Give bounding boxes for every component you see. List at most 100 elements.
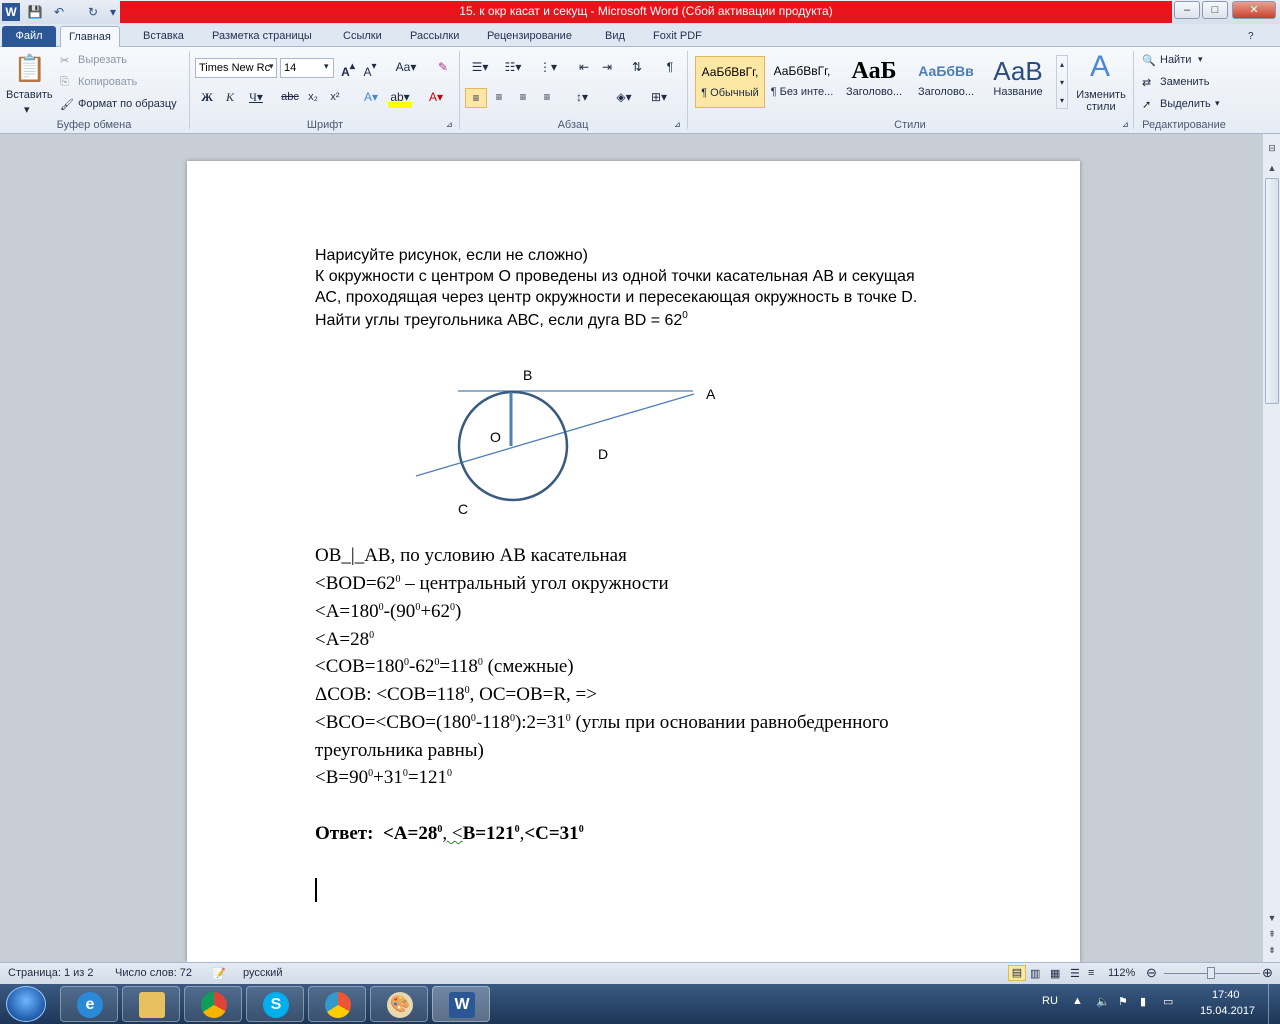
- bullets-icon[interactable]: ☰▾: [467, 58, 493, 78]
- style-heading-1[interactable]: АаБ Заголово...: [839, 56, 909, 108]
- shrink-font-icon[interactable]: A▾: [361, 58, 379, 79]
- grow-font-icon[interactable]: A▴: [339, 58, 357, 79]
- page-count[interactable]: Страница: 1 из 2: [8, 967, 94, 979]
- style-no-spacing[interactable]: АаБбВвГг, ¶ Без инте...: [767, 56, 837, 108]
- paste-icon[interactable]: 📋: [10, 51, 50, 85]
- proofing-icon[interactable]: 📝: [212, 967, 226, 980]
- print-layout-icon[interactable]: ▤: [1008, 965, 1026, 981]
- network-icon[interactable]: ▮: [1140, 995, 1146, 1008]
- undo-icon[interactable]: ↶: [50, 3, 68, 21]
- styles-dialog-launcher-icon[interactable]: ⊿: [1122, 120, 1129, 129]
- cut-icon[interactable]: ✂: [60, 54, 69, 67]
- language-tray[interactable]: RU: [1042, 995, 1058, 1007]
- tab-file[interactable]: Файл: [2, 26, 56, 47]
- shading-icon[interactable]: ◈▾: [610, 88, 638, 108]
- format-painter-icon[interactable]: 🖌: [60, 98, 74, 111]
- draft-icon[interactable]: ≡: [1088, 967, 1094, 979]
- tab-view[interactable]: Вид: [597, 26, 633, 47]
- taskbar-paint[interactable]: 🎨: [370, 986, 428, 1022]
- borders-icon[interactable]: ⊞▾: [645, 88, 673, 108]
- document-page[interactable]: Нарисуйте рисунок, если не сложно) К окр…: [187, 161, 1080, 962]
- format-painter-button[interactable]: Формат по образцу: [78, 98, 177, 110]
- taskbar-word[interactable]: W: [432, 986, 490, 1022]
- change-styles-button[interactable]: Изменить стили: [1075, 89, 1127, 113]
- font-family-combo[interactable]: Times New Rc: [195, 58, 277, 78]
- document-area[interactable]: Нарисуйте рисунок, если не сложно) К окр…: [0, 134, 1262, 962]
- tab-insert[interactable]: Вставка: [135, 26, 192, 47]
- tab-review[interactable]: Рецензирование: [479, 26, 580, 47]
- clock-date[interactable]: 15.04.2017: [1200, 1005, 1255, 1017]
- styles-scroll-icon[interactable]: ▴ ▾ ▾: [1056, 55, 1068, 109]
- scroll-down-icon[interactable]: ▼: [1264, 910, 1280, 926]
- show-hidden-icons-icon[interactable]: ▲: [1072, 995, 1083, 1007]
- paste-dropdown-icon[interactable]: ▾: [24, 103, 30, 116]
- sort-icon[interactable]: ⇅: [627, 58, 647, 78]
- tab-mailings[interactable]: Рассылки: [402, 26, 467, 47]
- save-icon[interactable]: 💾: [26, 3, 44, 21]
- align-left-icon[interactable]: ≡: [465, 88, 487, 108]
- tab-page-layout[interactable]: Разметка страницы: [204, 26, 320, 47]
- change-case-icon[interactable]: Aa▾: [393, 58, 419, 78]
- zoom-in-icon[interactable]: ⊕: [1262, 965, 1273, 981]
- align-right-icon[interactable]: ≡: [513, 88, 533, 108]
- paragraph-dialog-launcher-icon[interactable]: ⊿: [674, 120, 681, 129]
- decrease-indent-icon[interactable]: ⇤: [574, 58, 594, 78]
- start-button[interactable]: [6, 986, 46, 1022]
- next-page-icon[interactable]: ⇟: [1264, 942, 1280, 958]
- web-layout-icon[interactable]: ▦: [1050, 967, 1060, 980]
- select-icon[interactable]: ➚: [1142, 98, 1151, 111]
- zoom-out-icon[interactable]: ⊖: [1146, 965, 1157, 981]
- scroll-up-icon[interactable]: ▲: [1264, 160, 1280, 176]
- underline-icon[interactable]: Ч▾: [246, 88, 266, 108]
- copy-button[interactable]: Копировать: [78, 76, 137, 88]
- outline-icon[interactable]: ☰: [1070, 967, 1080, 980]
- full-screen-icon[interactable]: ▥: [1030, 967, 1040, 980]
- taskbar-explorer[interactable]: [122, 986, 180, 1022]
- style-normal[interactable]: АаБбВвГг, ¶ Обычный: [695, 56, 765, 108]
- minimize-button[interactable]: –: [1174, 1, 1200, 19]
- previous-page-icon[interactable]: ⇞: [1264, 926, 1280, 942]
- change-styles-icon[interactable]: A: [1084, 51, 1116, 83]
- zoom-level[interactable]: 112%: [1108, 967, 1135, 979]
- align-center-icon[interactable]: ≡: [489, 88, 509, 108]
- taskbar-ie[interactable]: e: [60, 986, 118, 1022]
- replace-button[interactable]: Заменить: [1160, 76, 1209, 88]
- find-icon[interactable]: 🔍: [1142, 54, 1156, 67]
- taskbar-skype[interactable]: S: [246, 986, 304, 1022]
- cut-button[interactable]: Вырезать: [78, 54, 127, 66]
- tab-foxit-pdf[interactable]: Foxit PDF: [645, 26, 710, 47]
- volume-icon[interactable]: 🔈: [1096, 995, 1110, 1008]
- superscript-icon[interactable]: x²: [326, 88, 344, 108]
- find-dropdown-icon[interactable]: ▾: [1198, 54, 1203, 65]
- select-dropdown-icon[interactable]: ▾: [1215, 98, 1220, 109]
- scroll-thumb[interactable]: [1265, 178, 1279, 404]
- italic-icon[interactable]: К: [222, 88, 238, 108]
- word-app-icon[interactable]: W: [2, 3, 20, 21]
- justify-icon[interactable]: ≡: [537, 88, 557, 108]
- clear-formatting-icon[interactable]: ✎: [433, 58, 453, 78]
- numbering-icon[interactable]: ☷▾: [500, 58, 526, 78]
- word-count[interactable]: Число слов: 72: [115, 967, 192, 979]
- language-indicator[interactable]: русский: [243, 967, 282, 979]
- maximize-button[interactable]: □: [1202, 1, 1228, 19]
- taskbar-chrome[interactable]: [184, 986, 242, 1022]
- action-center-icon[interactable]: ⚑: [1118, 995, 1128, 1008]
- zoom-slider-thumb[interactable]: [1207, 967, 1215, 979]
- multilevel-list-icon[interactable]: ⋮▾: [535, 58, 561, 78]
- redo-icon[interactable]: ↻: [84, 3, 102, 21]
- battery-icon[interactable]: ▭: [1163, 995, 1173, 1008]
- select-button[interactable]: Выделить: [1160, 98, 1211, 110]
- line-spacing-icon[interactable]: ↕▾: [568, 88, 596, 108]
- taskbar-app[interactable]: [308, 986, 366, 1022]
- help-icon[interactable]: ?: [1240, 26, 1262, 47]
- paste-button[interactable]: Вставить: [6, 89, 53, 101]
- font-dialog-launcher-icon[interactable]: ⊿: [446, 120, 453, 129]
- find-button[interactable]: Найти: [1160, 54, 1191, 66]
- tab-home[interactable]: Главная: [60, 26, 120, 47]
- copy-icon[interactable]: ⎘: [60, 76, 69, 89]
- bold-icon[interactable]: Ж: [199, 88, 215, 108]
- font-size-dropdown-icon[interactable]: ▾: [324, 61, 329, 72]
- ruler-toggle-icon[interactable]: ⊟: [1264, 140, 1280, 156]
- close-button[interactable]: ✕: [1232, 1, 1276, 19]
- strikethrough-icon[interactable]: abc: [279, 88, 301, 108]
